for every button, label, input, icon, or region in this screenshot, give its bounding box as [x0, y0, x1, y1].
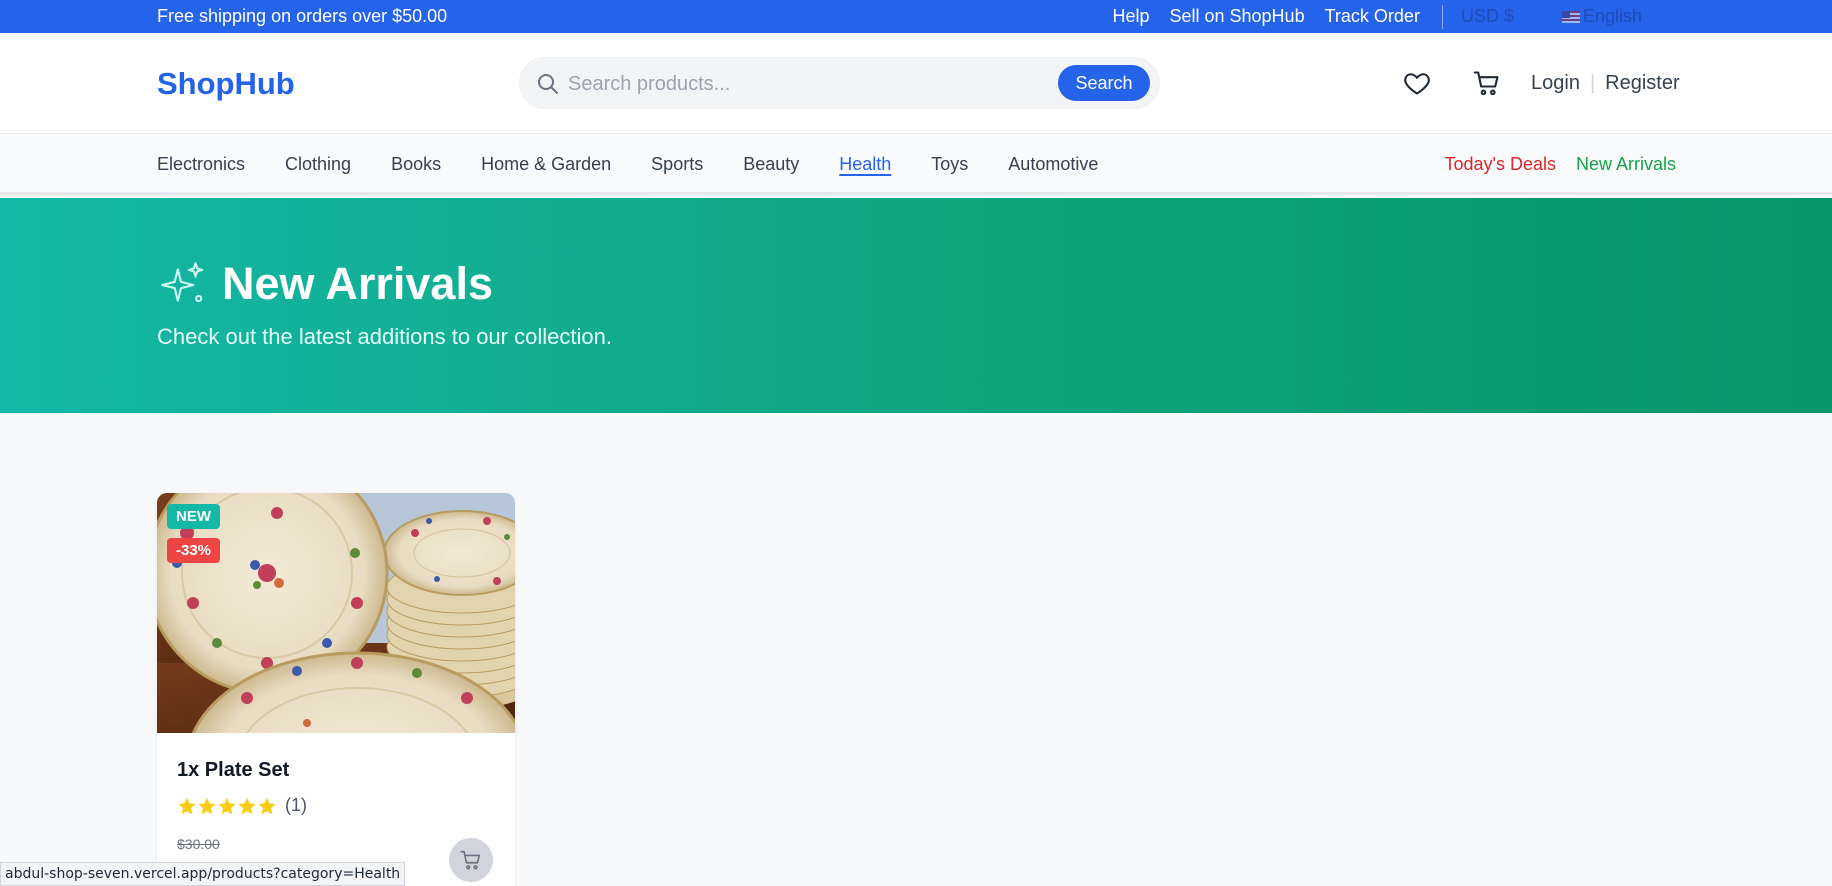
product-name[interactable]: 1x Plate Set — [177, 759, 289, 782]
help-link[interactable]: Help — [1112, 6, 1149, 27]
track-order-link[interactable]: Track Order — [1325, 6, 1420, 27]
category-nav: Electronics Clothing Books Home & Garden… — [0, 134, 1832, 195]
search-input[interactable] — [568, 67, 1048, 101]
todays-deals-link[interactable]: Today's Deals — [1444, 154, 1556, 175]
category-clothing[interactable]: Clothing — [285, 154, 351, 175]
product-card[interactable]: NEW -33% 1x Plate Set (1) $30.00 — [157, 493, 515, 886]
product-image[interactable]: NEW -33% — [157, 493, 515, 733]
site-header: ShopHub Search Login | Register — [0, 33, 1832, 134]
currency-selector[interactable]: USD $ — [1461, 6, 1514, 27]
cart-icon — [460, 850, 481, 870]
plate-set-photo — [157, 493, 515, 733]
auth-links: Login | Register — [1531, 72, 1680, 95]
review-count: (1) — [285, 795, 307, 815]
category-books[interactable]: Books — [391, 154, 441, 175]
search-button[interactable]: Search — [1058, 65, 1150, 101]
topbar-divider — [1441, 4, 1443, 29]
announcement-bar: Free shipping on orders over $50.00 Help… — [0, 0, 1832, 33]
language-label: English — [1582, 6, 1642, 26]
heart-icon[interactable] — [1402, 69, 1432, 97]
sell-on-shophub-link[interactable]: Sell on ShopHub — [1169, 6, 1304, 27]
new-badge: NEW — [167, 504, 220, 529]
link-preview-statusbar: abdul-shop-seven.vercel.app/products?cat… — [0, 862, 406, 886]
new-arrivals-link[interactable]: New Arrivals — [1576, 154, 1676, 175]
category-automotive[interactable]: Automotive — [1008, 154, 1098, 175]
category-list: Electronics Clothing Books Home & Garden… — [157, 154, 1138, 175]
star-icon — [198, 797, 216, 814]
search-bar: Search — [519, 57, 1160, 109]
category-sports[interactable]: Sports — [651, 154, 703, 175]
language-selector[interactable]: English — [1561, 6, 1642, 27]
special-links: Today's Deals New Arrivals — [1444, 154, 1676, 175]
add-to-cart-button[interactable] — [449, 838, 493, 882]
category-beauty[interactable]: Beauty — [743, 154, 799, 175]
login-link[interactable]: Login — [1531, 72, 1580, 95]
free-shipping-promo: Free shipping on orders over $50.00 — [157, 6, 448, 26]
sparkles-icon — [161, 262, 204, 303]
discount-badge: -33% — [167, 538, 221, 563]
search-icon — [538, 74, 558, 94]
register-link[interactable]: Register — [1605, 72, 1679, 95]
product-rating: (1) — [177, 795, 307, 816]
auth-separator: | — [1589, 72, 1596, 94]
category-home-garden[interactable]: Home & Garden — [481, 154, 611, 175]
hero-banner: New Arrivals Check out the latest additi… — [0, 198, 1832, 413]
category-health[interactable]: Health — [839, 154, 891, 175]
original-price: $30.00 — [177, 836, 220, 852]
page-title: New Arrivals — [222, 258, 493, 309]
star-icon — [218, 797, 236, 814]
us-flag-icon — [1561, 10, 1580, 23]
shophub-logo[interactable]: ShopHub — [157, 66, 295, 102]
page-subtitle: Check out the latest additions to our co… — [157, 324, 612, 349]
cart-icon[interactable] — [1472, 69, 1502, 97]
star-icon — [258, 797, 276, 814]
star-icon — [238, 797, 256, 814]
category-toys[interactable]: Toys — [931, 154, 968, 175]
star-icon — [178, 797, 196, 814]
topbar-links: Help Sell on ShopHub Track Order USD $ E… — [1112, 0, 1832, 33]
category-electronics[interactable]: Electronics — [157, 154, 245, 175]
